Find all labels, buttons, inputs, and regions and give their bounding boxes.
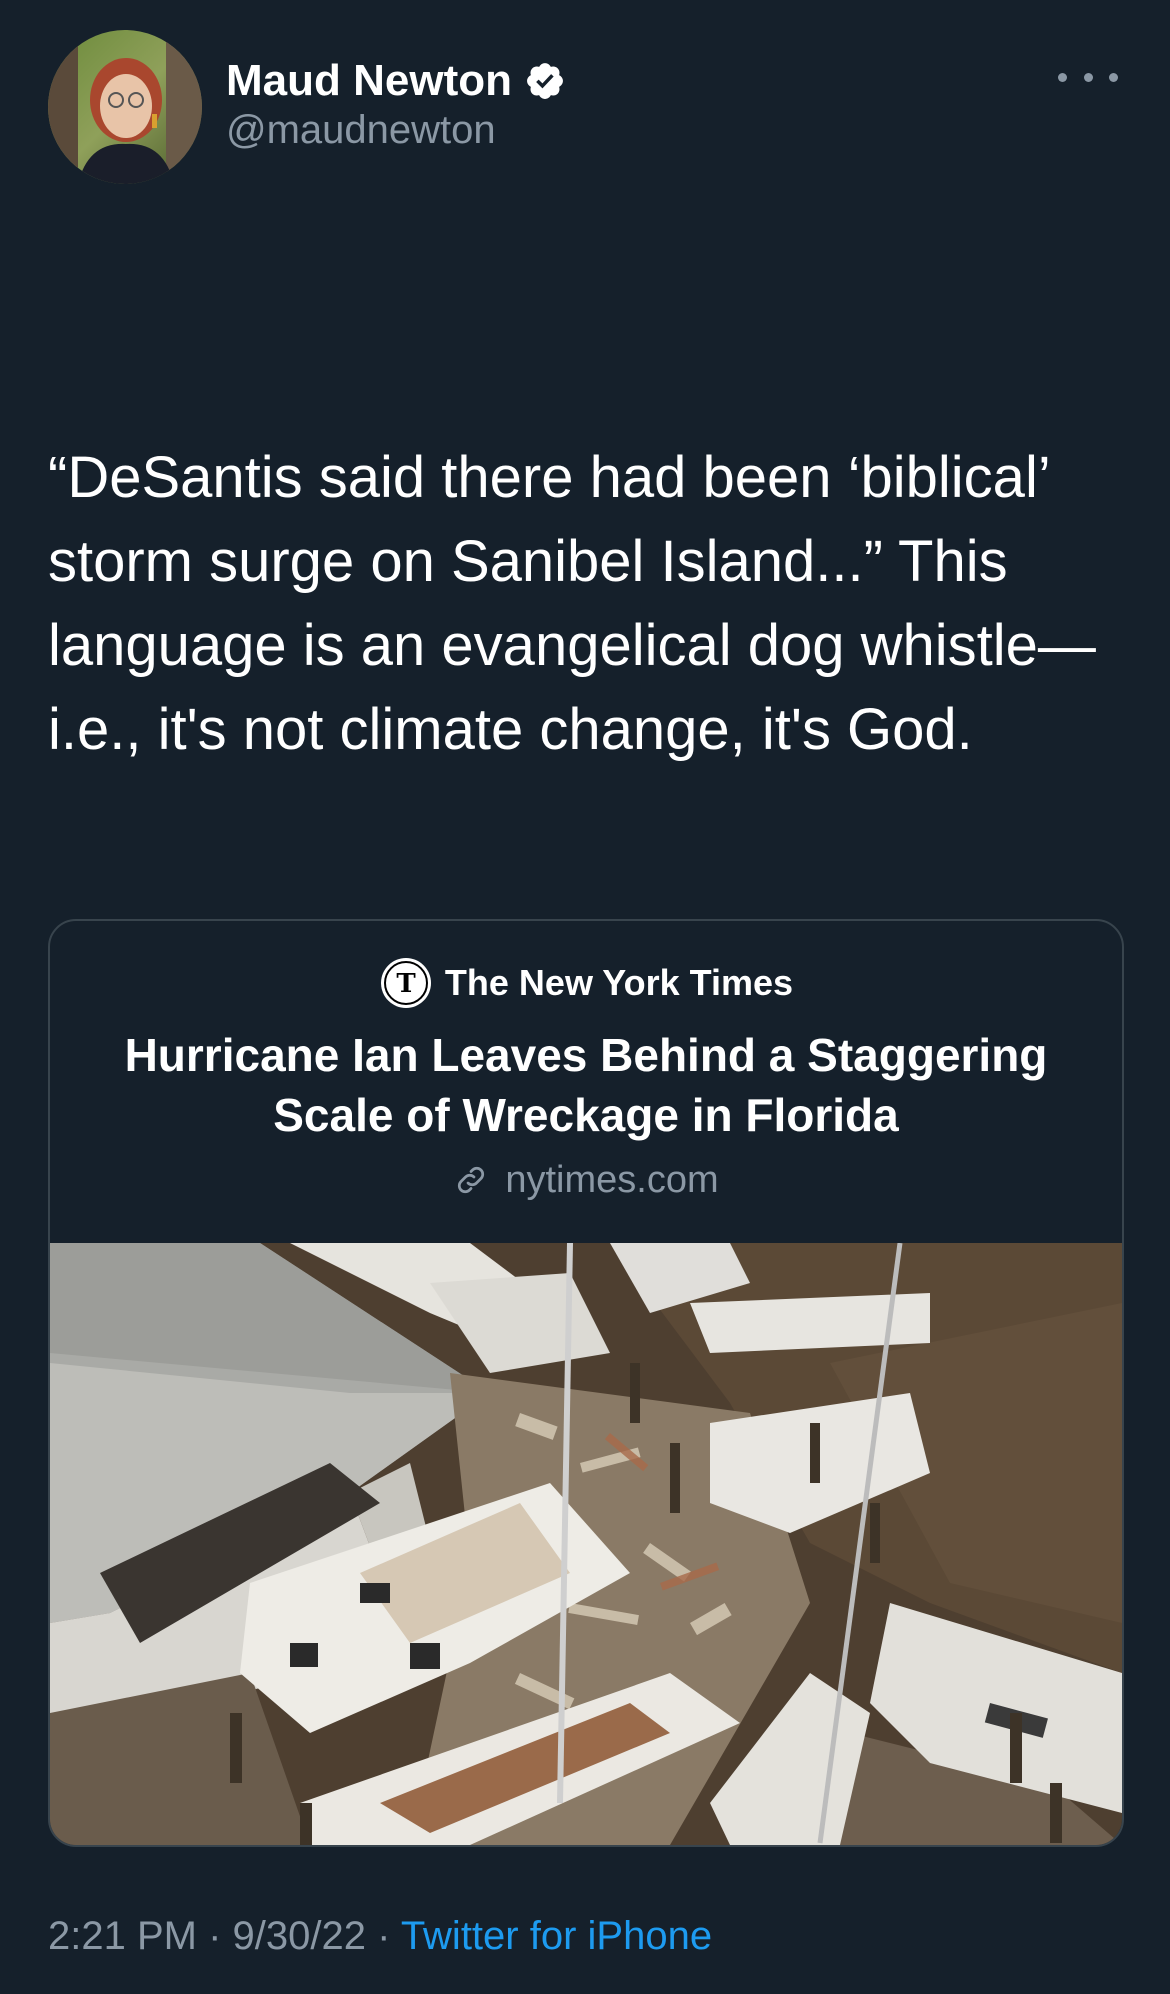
tweet-source-app[interactable]: Twitter for iPhone [401,1914,712,1958]
tweet-text: “DeSantis said there had been ‘biblical’… [48,445,1096,762]
meta-separator: · [365,1914,401,1958]
card-domain-row: nytimes.com [50,1155,1122,1205]
more-dot [1083,72,1093,82]
author-handle[interactable]: @maudnewton [226,108,496,153]
more-dot [1109,72,1118,82]
avatar-image [48,30,202,184]
card-domain: nytimes.com [505,1158,719,1201]
profile-avatar[interactable] [48,30,202,184]
link-icon [458,1166,485,1194]
svg-text:T: T [396,969,416,999]
card-source: T The New York Times [50,953,1122,1013]
tweet-date[interactable]: 9/30/22 [233,1914,366,1958]
nyt-logo-icon: T [380,958,431,1008]
author-name-row[interactable]: Maud Newton [226,52,566,110]
more-options-icon[interactable] [1058,62,1118,92]
tweet-time[interactable]: 2:21 PM [48,1914,197,1958]
meta-separator: · [196,1914,233,1958]
more-dot [1058,72,1067,82]
author-display-name[interactable]: Maud Newton [226,56,512,106]
verified-badge-icon [524,60,566,102]
card-title[interactable]: Hurricane Ian Leaves Behind a Staggering… [70,1025,1102,1145]
tweet-meta: 2:21 PM · 9/30/22 · Twitter for iPhone [48,1914,712,1959]
hurricane-wreckage-photo[interactable] [50,1243,1122,1845]
link-preview-card[interactable]: T The New York Times Hurricane Ian Leave… [48,919,1124,1847]
card-source-name: The New York Times [444,962,794,1003]
